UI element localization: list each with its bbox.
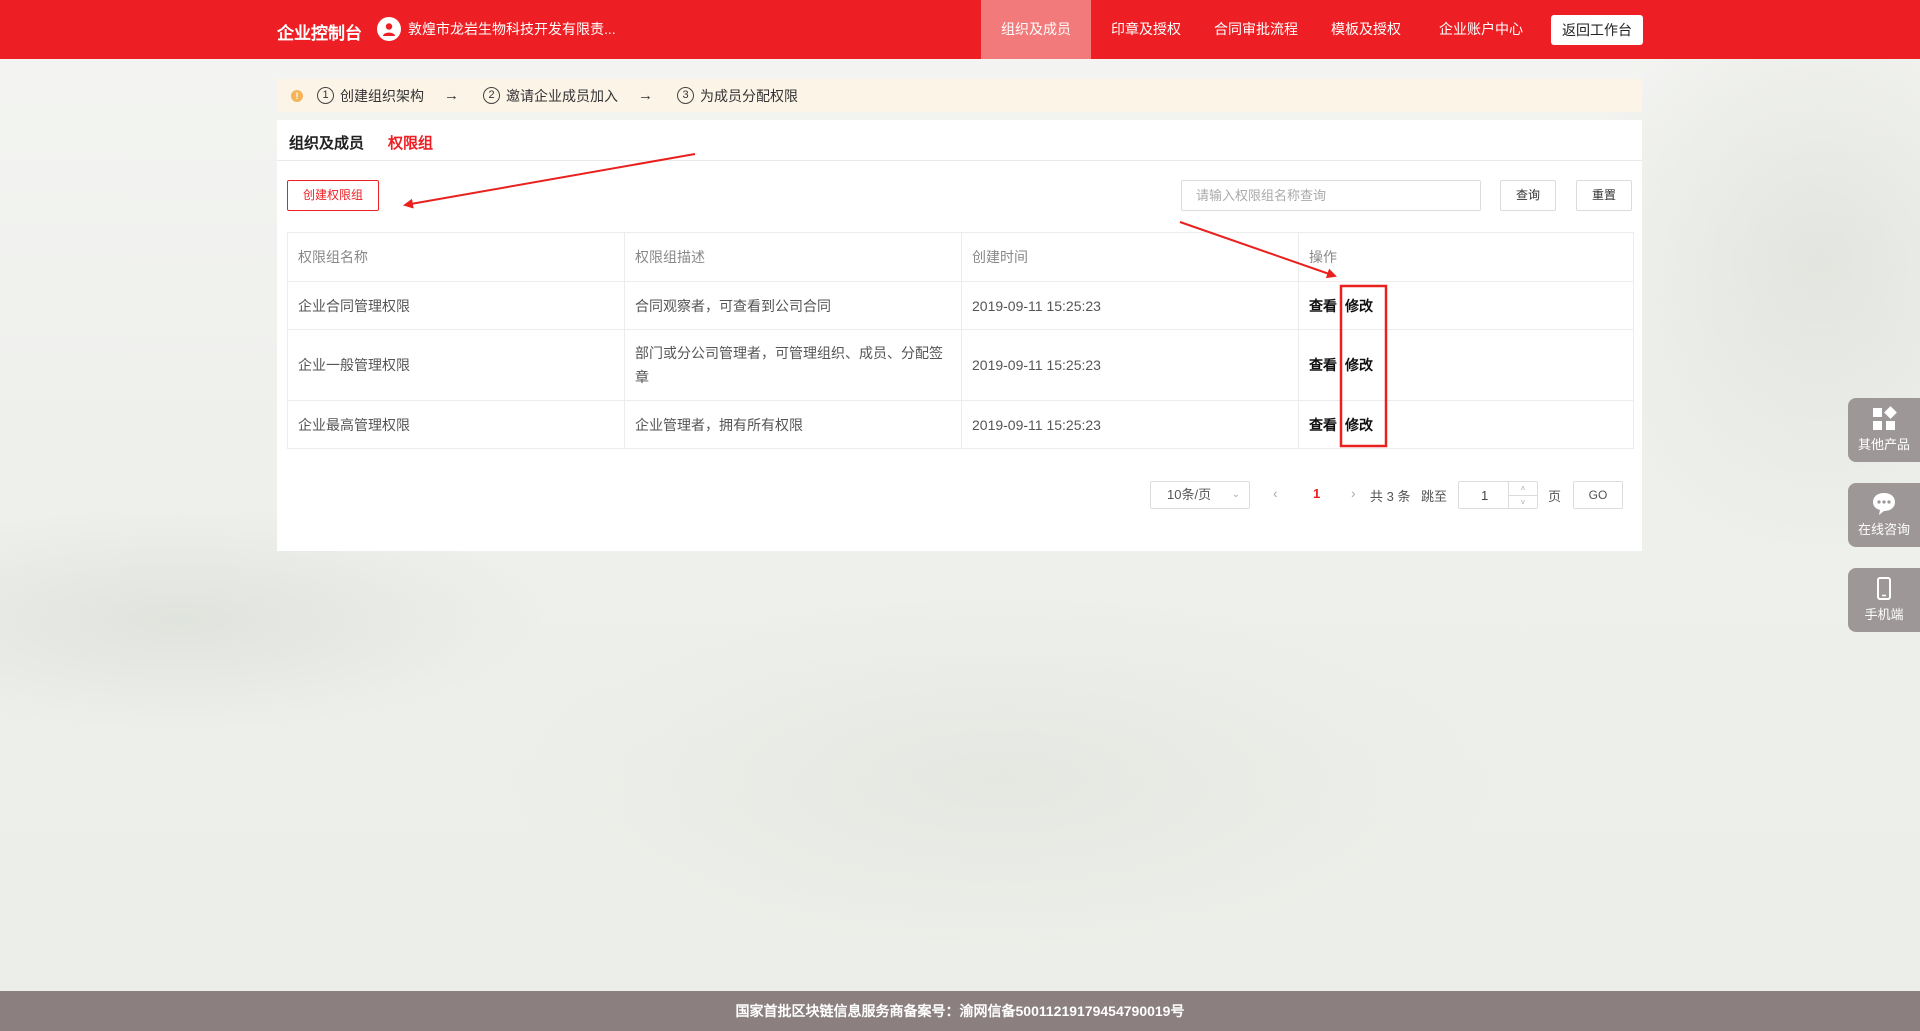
stepper-up-icon[interactable]: ˄ <box>1509 482 1537 496</box>
step-1: 1 创建组织架构 <box>317 86 424 106</box>
main-nav: 组织及成员 印章及授权 合同审批流程 模板及授权 企业账户中心 <box>981 0 1541 59</box>
cell-name: 企业最高管理权限 <box>287 400 625 449</box>
table-row: 企业一般管理权限 部门或分公司管理者，可管理组织、成员、分配签章 2019-09… <box>287 329 1634 401</box>
phone-icon <box>1877 577 1891 600</box>
cell-name: 企业合同管理权限 <box>287 281 625 330</box>
table-header-row: 权限组名称 权限组描述 创建时间 操作 <box>287 232 1634 282</box>
main-panel: 组织及成员 权限组 创建权限组 查询 重置 权限组名称 权限组描述 创建时间 操… <box>277 120 1642 551</box>
view-link[interactable]: 查看 <box>1309 417 1337 433</box>
nav-template-auth[interactable]: 模板及授权 <box>1311 0 1421 59</box>
tab-bar: 组织及成员 权限组 <box>289 132 433 153</box>
arrow-right-icon: → <box>444 87 459 104</box>
table-row: 企业最高管理权限 企业管理者，拥有所有权限 2019-09-11 15:25:2… <box>287 400 1634 449</box>
nav-account-center[interactable]: 企业账户中心 <box>1421 0 1541 59</box>
cell-created-time: 2019-09-11 15:25:23 <box>961 329 1299 401</box>
other-products-button[interactable]: 其他产品 <box>1848 398 1920 462</box>
info-icon: ! <box>291 89 303 102</box>
edit-link[interactable]: 修改 <box>1345 298 1373 314</box>
page-size-value: 10条/页 <box>1167 487 1212 502</box>
edit-link[interactable]: 修改 <box>1345 417 1373 433</box>
chevron-right-icon[interactable]: › <box>1351 485 1356 501</box>
user-icon <box>377 17 401 41</box>
online-consult-button[interactable]: 在线咨询 <box>1848 483 1920 547</box>
mobile-button[interactable]: 手机端 <box>1848 568 1920 632</box>
footer-text: 国家首批区块链信息服务商备案号：渝网信备50011219179454790019… <box>735 1003 1185 1019</box>
arrow-right-icon: → <box>638 87 653 104</box>
go-button[interactable]: GO <box>1573 481 1623 509</box>
step-3: 3 为成员分配权限 <box>677 86 798 106</box>
nav-contract-approval[interactable]: 合同审批流程 <box>1201 0 1311 59</box>
chevron-down-icon: ⌄ <box>1231 489 1240 500</box>
footer: 国家首批区块链信息服务商备案号：渝网信备50011219179454790019… <box>0 991 1920 1031</box>
side-label: 手机端 <box>1864 607 1904 622</box>
query-button[interactable]: 查询 <box>1500 180 1556 211</box>
nav-seal-auth[interactable]: 印章及授权 <box>1091 0 1201 59</box>
view-link[interactable]: 查看 <box>1309 298 1337 314</box>
stepper-down-icon[interactable]: ˅ <box>1509 496 1537 509</box>
step-number: 3 <box>677 87 694 104</box>
cell-created-time: 2019-09-11 15:25:23 <box>961 400 1299 449</box>
search-input[interactable] <box>1181 180 1481 211</box>
cell-created-time: 2019-09-11 15:25:23 <box>961 281 1299 330</box>
column-header-created-time: 创建时间 <box>961 232 1299 282</box>
nav-org-members[interactable]: 组织及成员 <box>981 0 1091 59</box>
step-2: 2 邀请企业成员加入 <box>483 86 618 106</box>
chat-icon <box>1873 493 1895 515</box>
current-page[interactable]: 1 <box>1313 486 1320 501</box>
grid-icon <box>1873 406 1897 430</box>
permission-groups-table: 权限组名称 权限组描述 创建时间 操作 企业合同管理权限 合同观察者，可查看到公… <box>287 232 1634 449</box>
cell-actions: 查看 修改 <box>1298 400 1634 449</box>
page-unit-label: 页 <box>1548 489 1562 504</box>
step-number: 2 <box>483 87 500 104</box>
cell-actions: 查看 修改 <box>1298 329 1634 401</box>
create-permission-group-button[interactable]: 创建权限组 <box>287 180 379 211</box>
pagination: 10条/页 ⌄ ‹ 1 › 共 3 条 跳至 ˄ ˅ 页 GO <box>277 481 1642 509</box>
column-header-name: 权限组名称 <box>287 232 625 282</box>
view-link[interactable]: 查看 <box>1309 357 1337 373</box>
edit-link[interactable]: 修改 <box>1345 357 1373 373</box>
column-header-actions: 操作 <box>1298 232 1634 282</box>
page-stepper[interactable]: ˄ ˅ <box>1508 482 1537 508</box>
cell-actions: 查看 修改 <box>1298 281 1634 330</box>
step-label: 为成员分配权限 <box>700 87 798 104</box>
cell-name: 企业一般管理权限 <box>287 329 625 401</box>
step-number: 1 <box>317 87 334 104</box>
org-selector[interactable]: 敦煌市龙岩生物科技开发有限责... <box>377 17 616 41</box>
reset-button[interactable]: 重置 <box>1576 180 1632 211</box>
step-label: 创建组织架构 <box>340 87 424 104</box>
cell-description: 部门或分公司管理者，可管理组织、成员、分配签章 <box>624 329 962 401</box>
cell-description: 企业管理者，拥有所有权限 <box>624 400 962 449</box>
side-label: 在线咨询 <box>1857 522 1910 537</box>
side-label: 其他产品 <box>1857 437 1910 452</box>
back-to-workbench-button[interactable]: 返回工作台 <box>1551 15 1643 45</box>
org-name: 敦煌市龙岩生物科技开发有限责... <box>408 21 616 37</box>
step-label: 邀请企业成员加入 <box>506 87 618 104</box>
divider <box>277 160 1642 161</box>
page-size-select[interactable]: 10条/页 ⌄ <box>1150 481 1250 509</box>
brand-title: 企业控制台 <box>277 24 362 43</box>
jump-label: 跳至 <box>1421 489 1448 504</box>
chevron-left-icon[interactable]: ‹ <box>1273 485 1278 501</box>
tab-permission-groups[interactable]: 权限组 <box>388 132 433 153</box>
total-count: 共 3 条 <box>1370 489 1411 504</box>
cell-description: 合同观察者，可查看到公司合同 <box>624 281 962 330</box>
column-header-description: 权限组描述 <box>624 232 962 282</box>
tab-org-members[interactable]: 组织及成员 <box>289 132 364 153</box>
steps-guide: ! 1 创建组织架构 → 2 邀请企业成员加入 → 3 为成员分配权限 <box>277 79 1642 112</box>
table-row: 企业合同管理权限 合同观察者，可查看到公司合同 2019-09-11 15:25… <box>287 281 1634 330</box>
top-bar: 企业控制台 敦煌市龙岩生物科技开发有限责... 组织及成员 印章及授权 合同审批… <box>0 0 1920 59</box>
